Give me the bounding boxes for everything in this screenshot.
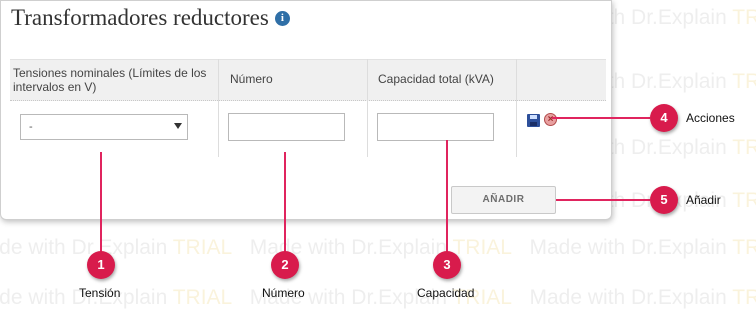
capacidad-input[interactable] — [377, 113, 494, 141]
tension-select-value: - — [29, 121, 33, 133]
chevron-down-icon — [174, 123, 182, 129]
panel-title: Transformadores reductores — [11, 5, 269, 30]
numero-input[interactable] — [228, 113, 345, 141]
column-divider — [367, 59, 368, 157]
callout-line-3 — [446, 140, 448, 254]
info-icon[interactable]: i — [274, 10, 290, 26]
delete-icon[interactable]: × — [544, 113, 557, 126]
callout-badge-2: 2 — [271, 251, 299, 279]
callout-badge-1: 1 — [87, 251, 115, 279]
callout-label-capacidad: Capacidad — [417, 286, 475, 300]
column-divider — [218, 59, 219, 157]
panel-title-row: Transformadores reductores i — [11, 5, 290, 31]
callout-badge-4: 4 — [650, 104, 678, 132]
callout-line-5 — [556, 199, 650, 201]
header-capacidad: Capacidad total (kVA) — [378, 72, 494, 86]
callout-label-tension: Tensión — [79, 286, 121, 300]
callout-badge-3: 3 — [433, 251, 461, 279]
callout-label-numero: Número — [262, 286, 305, 300]
callout-label-acciones: Acciones — [686, 111, 735, 125]
callout-line-4 — [552, 117, 650, 119]
header-tension: Tensiones nominales (Límites de los inte… — [13, 66, 207, 94]
callout-label-anadir: Añadir — [686, 193, 721, 207]
callout-badge-5: 5 — [650, 186, 678, 214]
add-button[interactable]: AÑADIR — [451, 186, 556, 214]
callout-line-1 — [100, 152, 102, 254]
tension-select[interactable]: - — [20, 114, 188, 140]
callout-line-2 — [284, 152, 286, 254]
watermark-text: Made with Dr.Explain TRIAL Made with Dr.… — [0, 236, 756, 259]
save-icon[interactable] — [527, 114, 540, 127]
column-divider — [516, 59, 517, 157]
header-numero: Número — [230, 72, 273, 86]
